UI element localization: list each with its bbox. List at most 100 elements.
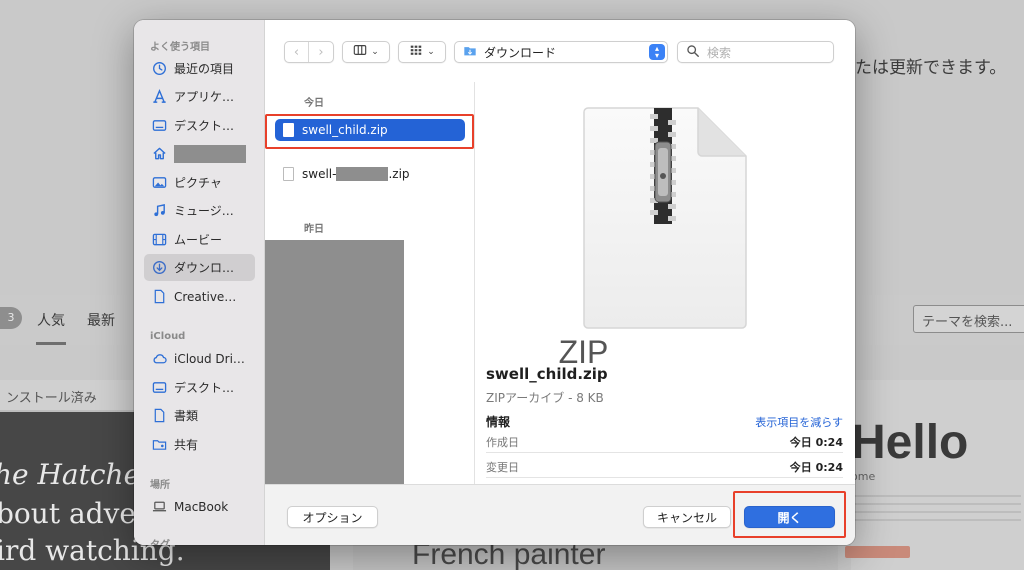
sidebar-item-label: Creative… — [174, 289, 237, 304]
date-group-today: 今日 — [304, 98, 324, 109]
file-row-swell-zip[interactable]: swell- .zip — [275, 163, 465, 185]
film-icon — [151, 232, 167, 248]
show-less-link[interactable]: 表示項目を減らす — [755, 414, 843, 430]
search-field[interactable]: 検索 — [677, 41, 834, 63]
preview-file-name: swell_child.zip — [486, 365, 608, 383]
apps-icon — [151, 89, 167, 105]
sidebar-item-label: デスクト… — [174, 381, 235, 395]
file-open-dialog: よく使う項目 最近の項目 アプリケ… デスクト… ピクチャ ミュージ… ムービー — [134, 20, 855, 545]
folder-icon — [463, 44, 477, 61]
columns-icon — [353, 43, 367, 61]
column-view-button[interactable]: ⌄ — [342, 41, 390, 63]
back-forward-buttons: ‹ › — [284, 41, 334, 63]
sidebar-item-home[interactable] — [144, 140, 255, 167]
redacted-file-list — [265, 240, 404, 484]
search-icon — [686, 44, 700, 61]
options-button[interactable]: オプション — [287, 506, 378, 528]
date-group-yesterday: 昨日 — [304, 224, 324, 235]
group-view-button[interactable]: ⌄ — [398, 41, 446, 63]
sidebar-item-icloud-drive[interactable]: iCloud Dri… — [144, 345, 255, 372]
bg-launch-button — [845, 546, 910, 558]
cancel-button[interactable]: キャンセル — [643, 506, 731, 528]
info-row-created: 作成日 今日 0:24 — [486, 431, 843, 453]
sidebar-heading-locations: 場所 — [150, 480, 170, 491]
laptop-icon — [151, 499, 167, 515]
bg-hatchery-line: he Hatcher — [0, 458, 154, 491]
sidebar-heading-favorites: よく使う項目 — [150, 42, 210, 53]
download-icon — [151, 260, 167, 276]
info-key: 変更日 — [486, 460, 519, 474]
cloud-icon — [151, 351, 167, 367]
sidebar-item-label: 書類 — [174, 409, 199, 423]
bg-update-text: たは更新できます。 — [855, 58, 1007, 78]
bg-body-text-lines — [851, 495, 1021, 525]
sidebar-item-desktop[interactable]: デスクト… — [144, 112, 255, 139]
sidebar-item-label: アプリケ… — [174, 90, 235, 104]
sidebar-item-applications[interactable]: アプリケ… — [144, 83, 255, 110]
sidebar-item-macbook[interactable]: MacBook — [144, 493, 255, 520]
redacted-username — [174, 144, 246, 163]
sidebar-item-label: ムービー — [174, 233, 223, 247]
sidebar-item-label: 共有 — [174, 438, 199, 452]
bg-theme-count-badge: 3 — [0, 307, 22, 329]
preview-file-kind: ZIPアーカイブ - 8 KB — [486, 391, 604, 405]
open-button-highlight-box — [733, 491, 846, 538]
info-value: 今日 0:24 — [789, 460, 843, 474]
sidebar-item-recents[interactable]: 最近の項目 — [144, 55, 255, 82]
desktop-icon — [151, 380, 167, 396]
grid-icon — [409, 43, 423, 61]
bg-theme-search: テーマを検索... — [913, 305, 1024, 333]
sidebar: よく使う項目 最近の項目 アプリケ… デスクト… ピクチャ ミュージ… ムービー — [134, 20, 265, 545]
music-icon — [151, 203, 167, 219]
document-icon — [151, 289, 167, 305]
bg-tab-underline — [36, 342, 66, 345]
desktop-icon — [151, 118, 167, 134]
bg-hatchery-line: bout adve — [0, 497, 136, 530]
sidebar-item-label: MacBook — [174, 499, 229, 514]
sidebar-item-label: iCloud Dri… — [174, 351, 245, 366]
zip-archive-icon — [582, 106, 748, 330]
zip-file-icon — [283, 167, 294, 181]
bg-hello-heading: Hello — [851, 416, 969, 469]
sidebar-item-creative[interactable]: Creative… — [144, 283, 255, 310]
bg-theme-card — [851, 380, 1024, 570]
redacted-version — [336, 167, 389, 181]
sidebar-item-shared[interactable]: 共有 — [144, 431, 255, 458]
sidebar-item-pictures[interactable]: ピクチャ — [144, 169, 255, 196]
sidebar-item-documents[interactable]: 書類 — [144, 402, 255, 429]
sidebar-heading-icloud: iCloud — [150, 331, 186, 342]
bg-tab-latest: 最新 — [87, 313, 115, 329]
file-name-suffix: .zip — [388, 167, 410, 181]
clock-icon — [151, 61, 167, 77]
sidebar-item-icloud-desktop[interactable]: デスクト… — [144, 374, 255, 401]
bg-tab-popular: 人気 — [37, 313, 65, 329]
file-name-prefix: swell- — [302, 167, 337, 181]
location-popup[interactable]: ダウンロード ▴ ▾ — [454, 41, 668, 63]
document-icon — [151, 408, 167, 424]
sidebar-item-downloads[interactable]: ダウンロ… — [144, 254, 255, 281]
picture-icon — [151, 175, 167, 191]
info-value: 今日 0:24 — [789, 435, 843, 449]
shared-folder-icon — [151, 437, 167, 453]
home-icon — [151, 146, 167, 162]
selected-file-highlight-box — [265, 114, 474, 149]
sidebar-item-label: ミュージ… — [174, 204, 234, 218]
sidebar-item-label: 最近の項目 — [174, 62, 235, 76]
toolbar: ‹ › ⌄ ⌄ ダウンロード ▴ ▾ 検索 — [265, 20, 855, 82]
preview-info-heading: 情報 — [486, 415, 511, 429]
sidebar-item-label: ダウンロ… — [174, 261, 235, 275]
chevron-down-icon: ⌄ — [371, 47, 379, 57]
info-row-modified: 変更日 今日 0:24 — [486, 456, 843, 478]
back-button[interactable]: ‹ — [285, 42, 310, 62]
updown-stepper-icon: ▴ ▾ — [649, 44, 665, 60]
forward-button[interactable]: › — [309, 42, 333, 62]
info-key: 作成日 — [486, 435, 519, 449]
search-placeholder: 検索 — [707, 45, 732, 60]
sidebar-item-label: ピクチャ — [174, 176, 222, 190]
sidebar-item-music[interactable]: ミュージ… — [144, 197, 255, 224]
chevron-down-icon: ⌄ — [427, 47, 435, 57]
sidebar-item-label: デスクト… — [174, 119, 235, 133]
sidebar-heading-tags: タグ — [150, 536, 170, 545]
location-label: ダウンロード — [484, 45, 557, 60]
sidebar-item-movies[interactable]: ムービー — [144, 226, 255, 253]
